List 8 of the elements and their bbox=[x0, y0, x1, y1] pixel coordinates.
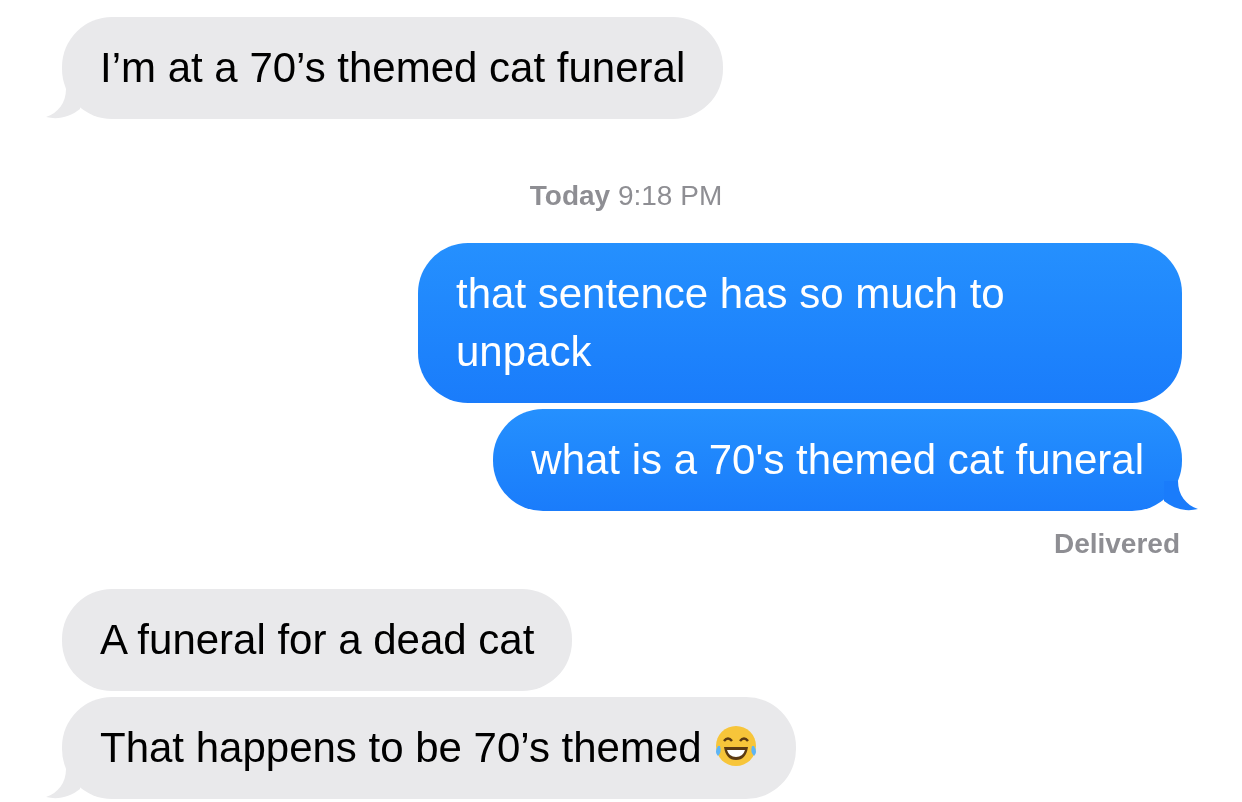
message-bubble: That happens to be 70’s themed bbox=[62, 697, 796, 799]
bubble-tail-icon bbox=[1164, 481, 1198, 511]
message-bubble: I’m at a 70’s themed cat funeral bbox=[62, 17, 724, 119]
message-bubble: that sentence has so much to unpack bbox=[418, 243, 1182, 403]
message-bubble: A funeral for a dead cat bbox=[62, 589, 573, 691]
timestamp: Today 9:18 PM bbox=[529, 179, 723, 213]
delivery-status: Delivered bbox=[1053, 527, 1180, 561]
message-bubble: what is a 70's themed cat funeral bbox=[493, 409, 1182, 511]
